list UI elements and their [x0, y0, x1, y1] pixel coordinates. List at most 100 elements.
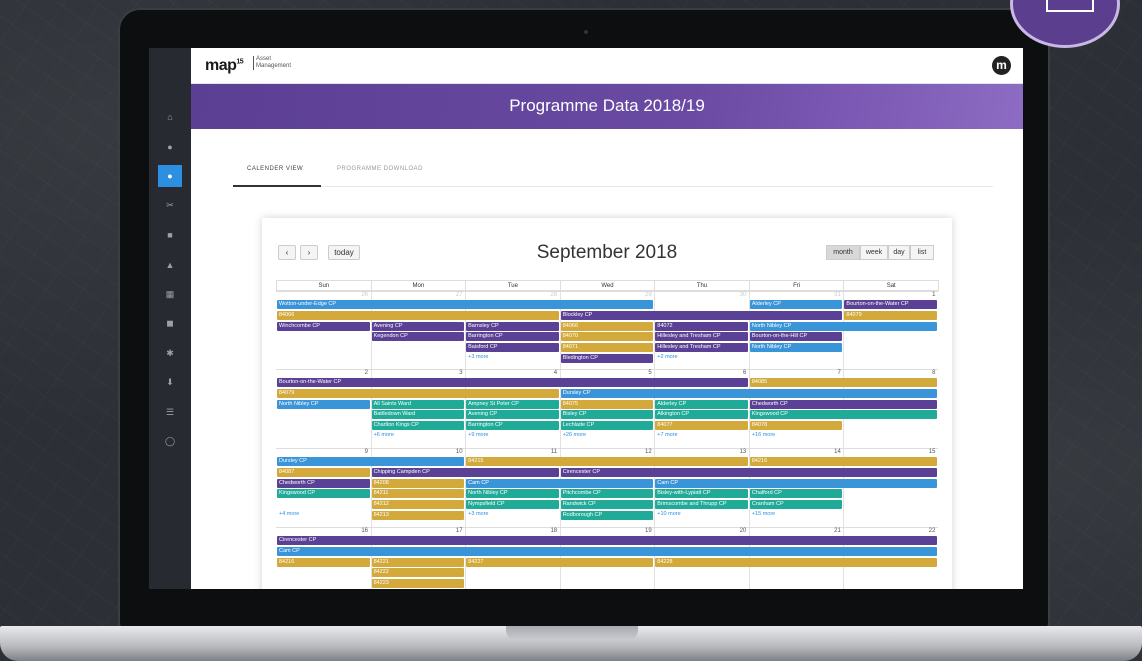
more-events-link[interactable]: +6 more — [372, 432, 394, 438]
calendar-event[interactable]: Dursley CP — [277, 457, 465, 466]
calendar-event[interactable]: 84072 — [655, 321, 748, 331]
calendar-event[interactable]: Bisley CP — [560, 410, 654, 420]
calendar-event[interactable]: North Nibley CP — [749, 321, 937, 331]
day-number[interactable]: 20 — [654, 528, 747, 534]
sidebar-user-icon[interactable]: ● — [158, 136, 182, 158]
sidebar-settings-icon[interactable]: ✱ — [158, 342, 182, 364]
day-number[interactable]: 11 — [465, 449, 557, 455]
more-events-link[interactable]: +7 more — [655, 432, 677, 438]
calendar-event[interactable]: Bourton-on-the-Water CP — [844, 300, 937, 309]
more-events-link[interactable]: +10 more — [655, 511, 680, 517]
calendar-event[interactable]: Bourton-on-the-Water CP — [277, 378, 748, 387]
sidebar-download-icon[interactable]: ⬇ — [158, 372, 182, 394]
day-number[interactable]: 5 — [560, 370, 651, 376]
calendar-event[interactable]: Barnsley CP — [466, 321, 559, 331]
calendar-event[interactable]: 84078 — [749, 421, 843, 431]
calendar-event[interactable]: 84075 — [560, 399, 654, 409]
day-number[interactable]: 13 — [654, 449, 747, 455]
calendar-event[interactable]: Chedworth CP — [277, 478, 370, 488]
day-number[interactable]: 12 — [560, 449, 652, 455]
sidebar-tools-icon[interactable]: ✂ — [158, 195, 182, 217]
sidebar-chat-icon[interactable]: ◯ — [158, 431, 182, 453]
calendar-event[interactable]: Winchcombe CP — [277, 321, 370, 331]
calendar-event[interactable]: Cirencester CP — [277, 536, 937, 545]
calendar-event[interactable]: 84213 — [371, 511, 465, 520]
calendar-event[interactable]: Cranham CP — [749, 500, 843, 510]
calendar-event[interactable]: Rodborough CP — [560, 511, 654, 520]
more-events-link[interactable]: +26 more — [561, 432, 586, 438]
day-number[interactable]: 15 — [843, 449, 936, 455]
calendar-event[interactable]: 84221 — [371, 557, 465, 567]
tab-calendar-view[interactable]: CALENDER VIEW — [247, 166, 303, 172]
more-events-link[interactable]: +4 more — [277, 511, 299, 517]
sidebar-drop-icon[interactable]: ● — [158, 165, 182, 187]
day-number[interactable]: 21 — [749, 528, 841, 534]
calendar-event[interactable]: Alderley CP — [655, 399, 748, 409]
calendar-event[interactable]: Cirencester CP — [560, 467, 937, 477]
day-number[interactable]: 7 — [749, 370, 841, 376]
more-events-link[interactable]: +3 more — [466, 511, 488, 517]
calendar-event[interactable]: North Nibley CP — [749, 343, 843, 353]
day-number[interactable]: 8 — [843, 370, 935, 376]
calendar-event[interactable]: Chedworth CP — [749, 399, 937, 409]
calendar-event[interactable]: Avening CP — [371, 321, 465, 331]
day-number[interactable]: 6 — [654, 370, 746, 376]
calendar-event[interactable]: 84079 — [844, 310, 937, 320]
day-number[interactable]: 10 — [371, 449, 463, 455]
calendar-event[interactable]: Charlton Kings CP — [371, 421, 465, 431]
tab-programme-download[interactable]: PROGRAMME DOWNLOAD — [337, 166, 423, 172]
day-number[interactable]: 19 — [560, 528, 652, 534]
sidebar-calendar-icon[interactable]: ▦ — [158, 283, 182, 305]
calendar-event[interactable]: Bisley-with-Lypiatt CP — [655, 489, 748, 499]
calendar-event[interactable]: Chalford CP — [749, 489, 843, 499]
day-number[interactable]: 16 — [276, 528, 368, 534]
day-number[interactable]: 29 — [560, 292, 652, 298]
calendar-event[interactable]: Baisford CP — [466, 343, 559, 353]
sidebar-home-icon[interactable]: ⌂ — [158, 106, 182, 128]
calendar-event[interactable]: Chipping Campden CP — [371, 467, 559, 477]
day-number[interactable]: 31 — [749, 292, 841, 298]
day-number[interactable]: 14 — [749, 449, 841, 455]
sidebar-document-icon[interactable]: ■ — [158, 224, 182, 246]
calendar-event[interactable]: Kingswood CP — [277, 489, 370, 499]
calendar-event[interactable]: Kingswood CP — [749, 410, 937, 420]
calendar-event[interactable]: 84212 — [371, 500, 465, 510]
calendar-event[interactable]: All Saints Ward — [371, 399, 465, 409]
calendar-event[interactable]: 84223 — [371, 579, 465, 589]
sidebar-map-icon[interactable]: ▲ — [158, 254, 182, 276]
calendar-event[interactable]: 84070 — [560, 332, 654, 342]
sidebar-list-icon[interactable]: ☰ — [158, 401, 182, 423]
calendar-event[interactable]: 84077 — [655, 421, 748, 431]
calendar-event[interactable]: Cam CP — [277, 546, 937, 556]
view-list-button[interactable]: list — [910, 245, 934, 260]
calendar-event[interactable]: Cam CP — [655, 478, 937, 488]
calendar-event[interactable]: Kegendon CP — [371, 332, 465, 342]
calendar-event[interactable]: 84216 — [749, 457, 937, 466]
more-events-link[interactable]: +15 more — [750, 511, 775, 517]
calendar-event[interactable]: 84228 — [655, 557, 937, 567]
day-number[interactable]: 28 — [465, 292, 557, 298]
calendar-event[interactable]: Battledown Ward — [371, 410, 465, 420]
day-number[interactable]: 22 — [843, 528, 936, 534]
calendar-event[interactable]: Bledington CP — [560, 354, 654, 363]
calendar-event[interactable]: 84071 — [560, 343, 654, 353]
day-number[interactable]: 1 — [843, 292, 935, 298]
calendar-event[interactable]: 84208 — [371, 478, 465, 488]
calendar-event[interactable]: Wotton-under-Edge CP — [277, 300, 654, 309]
day-number[interactable]: 3 — [371, 370, 462, 376]
day-number[interactable]: 4 — [465, 370, 557, 376]
calendar-event[interactable]: Ampney St Peter CP — [466, 399, 559, 409]
calendar-event[interactable]: Barrington CP — [466, 332, 559, 342]
calendar-event[interactable]: 84215 — [466, 457, 748, 466]
day-number[interactable]: 27 — [371, 292, 463, 298]
view-day-button[interactable]: day — [888, 245, 910, 260]
day-number[interactable]: 26 — [276, 292, 368, 298]
calendar-event[interactable]: Brimscombe and Thrupp CP — [655, 500, 748, 510]
calendar-event[interactable]: Hillesley and Tresham CP — [655, 332, 748, 342]
day-number[interactable]: 17 — [371, 528, 463, 534]
more-events-link[interactable]: +9 more — [466, 432, 488, 438]
calendar-event[interactable]: Dursley CP — [560, 388, 937, 398]
calendar-event[interactable]: Avening CP — [466, 410, 559, 420]
calendar-event[interactable]: 84227 — [466, 557, 654, 567]
user-avatar[interactable]: m — [992, 56, 1011, 75]
